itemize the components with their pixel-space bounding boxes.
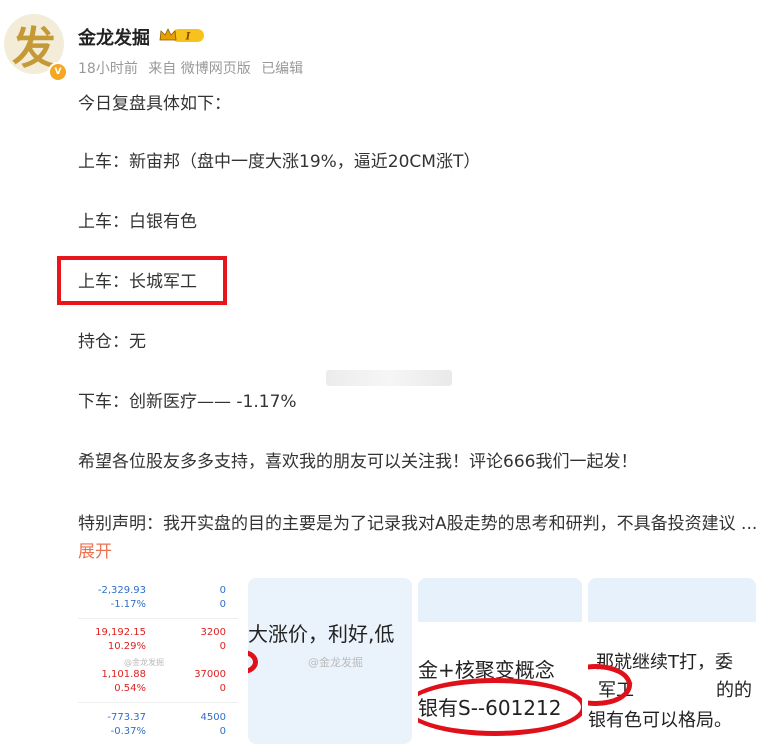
divider bbox=[78, 618, 238, 619]
blurred-watermark bbox=[326, 370, 452, 386]
image-text: 大涨价，利好,低 bbox=[248, 622, 395, 646]
red-circle-mark bbox=[248, 650, 258, 674]
image-watermark: @金龙发掘 bbox=[308, 656, 363, 669]
verified-badge-icon: V bbox=[48, 62, 68, 82]
level-text: I bbox=[185, 32, 191, 43]
post-time[interactable]: 18小时前 bbox=[78, 61, 138, 77]
row-qty: 37000 bbox=[194, 669, 226, 680]
red-circle-mark bbox=[418, 678, 582, 736]
ellipsis: ... bbox=[741, 514, 758, 534]
image-text: 银有色可以格局。 bbox=[588, 710, 732, 731]
row-pct: 10.29% bbox=[107, 641, 146, 652]
row-pct: -0.37% bbox=[110, 726, 146, 737]
row-qty2: 0 bbox=[219, 683, 226, 694]
row-pct: -1.17% bbox=[110, 599, 146, 610]
row-value: -773.37 bbox=[107, 712, 146, 723]
member-crown-icon: I bbox=[159, 28, 204, 43]
content-paragraph: 特别声明：我开实盘的目的主要是为了记录我对A股走势的思考和研判，不具备投资建议 … bbox=[78, 510, 758, 566]
divider bbox=[78, 702, 238, 703]
edited-label[interactable]: 已编辑 bbox=[261, 61, 303, 77]
row-qty2: 0 bbox=[219, 641, 226, 652]
thumbnail-image-2[interactable]: 大涨价，利好,低 @金龙发掘 bbox=[248, 578, 412, 744]
content-line: 上车：新宙邦（盘中一度大涨19%，逼近20CM涨T） bbox=[78, 152, 481, 172]
row-qty2: 0 bbox=[219, 599, 226, 610]
row-value: 1,101.88 bbox=[101, 669, 146, 680]
content-line: 下车：创新医疗—— -1.17% bbox=[78, 392, 297, 412]
highlight-box bbox=[57, 256, 227, 305]
content-line: 今日复盘具体如下： bbox=[78, 94, 231, 114]
content-line: 希望各位股友多多支持，喜欢我的朋友可以关注我！评论666我们一起发！ bbox=[78, 452, 638, 472]
image-text: 的的 bbox=[716, 680, 752, 701]
thumbnail-image-3[interactable]: 金+核聚变概念 银有S--601212 bbox=[418, 578, 582, 744]
post-source: 来自 微博网页版 bbox=[148, 61, 251, 77]
row-pct: 0.54% bbox=[114, 683, 146, 694]
expand-link[interactable]: 展开 bbox=[78, 542, 112, 562]
statement-text: 特别声明：我开实盘的目的主要是为了记录我对A股走势的思考和研判，不具备投资建议 bbox=[78, 514, 742, 534]
redaction-block bbox=[640, 678, 714, 698]
content-line: 持仓：无 bbox=[78, 332, 146, 352]
row-qty: 4500 bbox=[200, 712, 226, 723]
image-watermark: @金龙发掘 bbox=[124, 658, 164, 667]
row-qty: 0 bbox=[219, 585, 226, 596]
row-qty: 3200 bbox=[200, 627, 226, 638]
author-name[interactable]: 金龙发掘 bbox=[78, 24, 150, 50]
row-qty2: 0 bbox=[219, 726, 226, 737]
row-value: -2,329.93 bbox=[97, 585, 146, 596]
content-line: 上车：白银有色 bbox=[78, 212, 197, 232]
row-value: 19,192.15 bbox=[95, 627, 146, 638]
thumbnail-image-4[interactable]: 那就继续T打，委 军工 的的 银有色可以格局。 bbox=[588, 578, 756, 744]
post-meta: 18小时前 来自 微博网页版 已编辑 bbox=[78, 58, 309, 78]
thumbnail-image-1[interactable]: -2,329.93 0 -1.17% 0 19,192.15 3200 10.2… bbox=[78, 578, 242, 744]
